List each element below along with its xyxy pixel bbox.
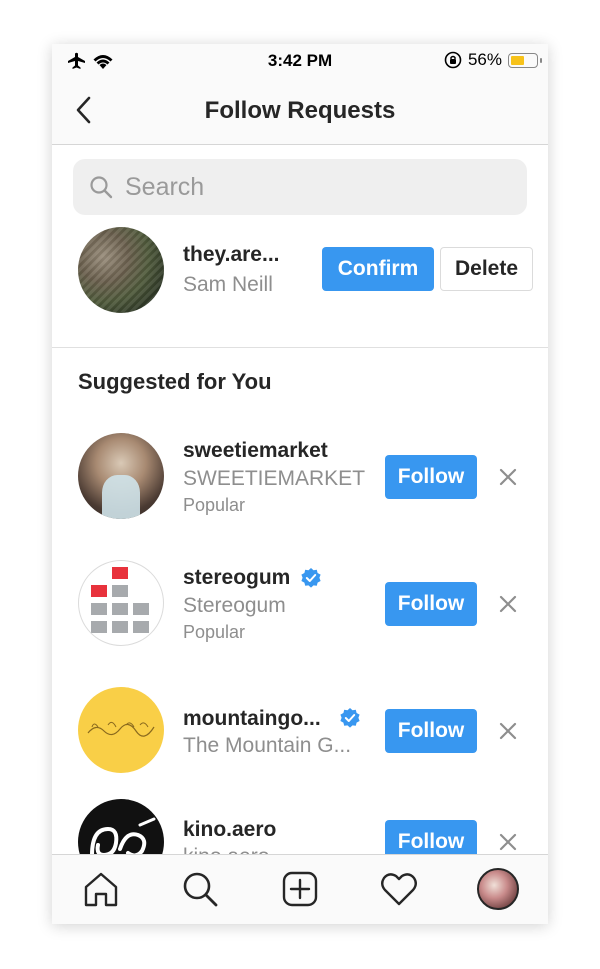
- search-icon: [90, 176, 113, 199]
- orientation-lock-icon: [444, 51, 462, 69]
- search-bar[interactable]: [73, 159, 527, 215]
- request-username[interactable]: they.are...: [183, 243, 280, 267]
- phone-screen: 3:42 PM 56% Follow Requests t: [52, 44, 548, 924]
- request-full-name: Sam Neill: [183, 273, 273, 296]
- battery-fill: [511, 55, 524, 65]
- dismiss-x-icon[interactable]: [496, 830, 520, 854]
- nav-header: Follow Requests: [52, 78, 548, 145]
- follow-button[interactable]: Follow: [385, 582, 477, 626]
- confirm-button[interactable]: Confirm: [322, 247, 434, 291]
- verified-badge-icon: [340, 708, 360, 728]
- profile-avatar[interactable]: [477, 868, 519, 910]
- follow-button[interactable]: Follow: [385, 709, 477, 753]
- mountain-goats-script-logo: [87, 721, 155, 737]
- suggested-username[interactable]: stereogum: [183, 566, 290, 590]
- dismiss-x-icon[interactable]: [496, 592, 520, 616]
- avatar-texture: [78, 227, 164, 313]
- suggested-full-name: The Mountain G...: [183, 734, 352, 757]
- avatar-photo-detail: [102, 475, 140, 519]
- suggested-avatar-sweetiemarket[interactable]: [78, 433, 164, 519]
- suggested-reason: Popular: [183, 622, 246, 642]
- status-right: 56%: [444, 50, 542, 70]
- suggested-username[interactable]: kino.aero: [183, 818, 276, 842]
- search-input[interactable]: [125, 159, 515, 215]
- follow-button[interactable]: Follow: [385, 455, 477, 499]
- delete-button[interactable]: Delete: [440, 247, 533, 291]
- home-icon[interactable]: [81, 869, 121, 909]
- dismiss-x-icon[interactable]: [496, 465, 520, 489]
- page-title: Follow Requests: [204, 97, 396, 124]
- search-icon[interactable]: [180, 869, 220, 909]
- status-bar: 3:42 PM 56%: [52, 44, 548, 78]
- section-divider: [52, 347, 548, 348]
- bottom-tab-bar: [52, 854, 548, 924]
- activity-heart-icon[interactable]: [379, 869, 419, 909]
- battery-icon: [508, 52, 542, 68]
- request-avatar[interactable]: [78, 227, 164, 313]
- suggested-title: Suggested for You: [78, 369, 272, 394]
- battery-percent: 56%: [467, 50, 502, 69]
- stereogum-logo: [91, 567, 149, 633]
- suggested-full-name: Stereogum: [183, 594, 286, 617]
- suggested-full-name: SWEETIEMARKET: [183, 467, 366, 490]
- verified-badge-icon: [301, 568, 321, 588]
- dismiss-x-icon[interactable]: [496, 719, 520, 743]
- add-post-icon[interactable]: [280, 869, 320, 909]
- suggested-avatar-stereogum[interactable]: [78, 560, 164, 646]
- suggested-avatar-mountaingoats[interactable]: [78, 687, 164, 773]
- suggested-username[interactable]: mountaingo...: [183, 707, 321, 731]
- battery-nub: [540, 57, 542, 63]
- suggested-reason: Popular: [183, 495, 246, 515]
- suggested-username[interactable]: sweetiemarket: [183, 439, 328, 463]
